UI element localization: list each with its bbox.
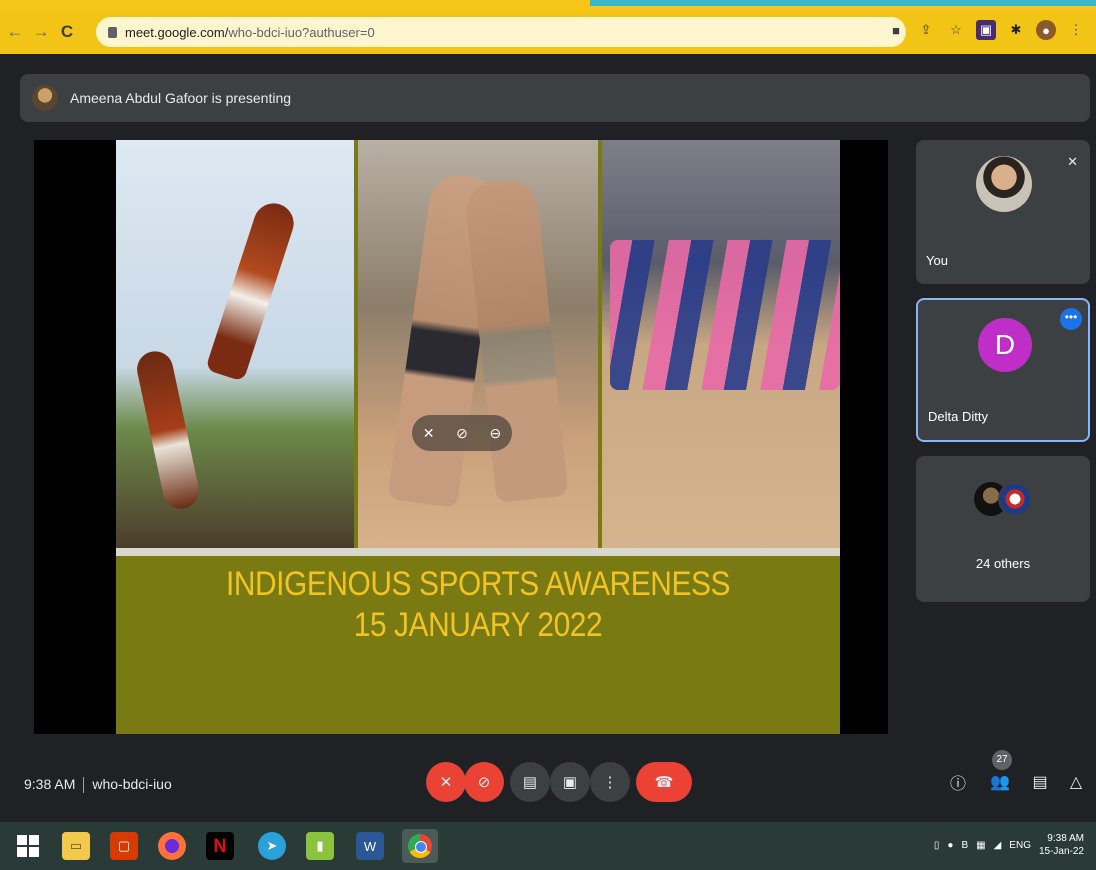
- extension-icon[interactable]: ▣: [976, 20, 996, 40]
- meeting-code: who-bdci-iuo: [92, 776, 172, 792]
- presenter-pin-controls[interactable]: ✕ ⊘ ⊖: [412, 415, 512, 451]
- participant-tile-others[interactable]: 24 others: [916, 456, 1090, 602]
- firefox-icon[interactable]: [158, 832, 186, 860]
- meeting-control-bar: 9:38 AM who-bdci-iuo ✕ ⊘ ▤ ▣ ⋮ ☎ ⓘ 👥 27 ▤…: [0, 750, 1096, 816]
- participant-name: You: [926, 253, 948, 268]
- signal-icon[interactable]: ◢: [994, 840, 1002, 851]
- activities-button[interactable]: △: [1062, 768, 1090, 796]
- people-icon: 👥: [990, 774, 1010, 791]
- participant-tile-you[interactable]: ✕ You: [916, 140, 1090, 284]
- word-icon[interactable]: W: [356, 832, 384, 860]
- mic-off-icon: ✕: [1067, 154, 1078, 169]
- profile-avatar-icon[interactable]: ●: [1036, 20, 1056, 40]
- office-icon[interactable]: ▢: [110, 832, 138, 860]
- slide-title: INDIGENOUS SPORTS AWARENESS: [225, 565, 731, 603]
- clock[interactable]: 9:38 AM 15-Jan-22: [1039, 832, 1084, 858]
- address-bar[interactable]: meet.google.com/who-bdci-iuo?authuser=0: [96, 17, 906, 47]
- netflix-icon[interactable]: N: [206, 832, 234, 860]
- avatar: D: [978, 318, 1032, 372]
- browser-tab-strip: [0, 0, 1096, 10]
- info-icon: ⓘ: [949, 776, 966, 793]
- network-icon[interactable]: ▦: [976, 840, 985, 851]
- remove-icon[interactable]: ⊖: [489, 425, 501, 442]
- telegram-icon[interactable]: ➤: [258, 832, 286, 860]
- language-indicator[interactable]: ENG: [1009, 840, 1031, 851]
- share-icon[interactable]: ⇪: [916, 20, 936, 40]
- chat-icon: ▤: [1032, 774, 1048, 791]
- camera-off-icon: ⊘: [477, 774, 491, 791]
- system-tray: ▯ ● B ▦ ◢ ENG 9:38 AM 15-Jan-22: [934, 832, 1084, 858]
- activities-icon: △: [1069, 774, 1083, 791]
- app-tray-icon[interactable]: ●: [947, 840, 953, 851]
- chat-button[interactable]: ▤: [1026, 768, 1054, 796]
- others-count-label: 24 others: [975, 556, 1031, 571]
- start-button[interactable]: [14, 832, 42, 860]
- slide-divider: [116, 548, 840, 556]
- captions-button[interactable]: ▤: [510, 762, 550, 802]
- file-explorer-icon[interactable]: ▭: [62, 832, 90, 860]
- phone-hangup-icon: ☎: [654, 774, 674, 791]
- lock-icon: [108, 26, 117, 38]
- menu-kebab-icon[interactable]: ⋮: [1066, 20, 1086, 40]
- url-path: who-bdci-iuo?authuser=0: [228, 24, 375, 40]
- tug-of-war-team: [610, 240, 840, 390]
- presenter-text: Ameena Abdul Gafoor is presenting: [70, 90, 292, 106]
- url-host: meet.google.com/: [125, 24, 229, 40]
- more-options-button[interactable]: ⋮: [590, 762, 630, 802]
- participant-name: Delta Ditty: [928, 409, 988, 424]
- back-arrow-icon[interactable]: ←: [4, 21, 26, 43]
- more-vert-icon: ⋮: [602, 774, 618, 791]
- meeting-info: 9:38 AM who-bdci-iuo: [24, 776, 172, 794]
- toolbar-icons: ■ ⇪ ☆ ▣ ✱ ● ⋮: [886, 20, 1086, 40]
- avatar: [998, 482, 1032, 516]
- meeting-time: 9:38 AM: [24, 776, 76, 792]
- present-screen-icon: ▣: [562, 774, 578, 791]
- presenter-avatar: [32, 85, 58, 111]
- chrome-logo-icon: [408, 834, 432, 858]
- reload-icon[interactable]: C: [56, 21, 78, 43]
- people-count-badge: 27: [992, 750, 1012, 770]
- mic-off-icon: ✕: [439, 774, 453, 791]
- bluetooth-icon[interactable]: B: [961, 840, 968, 851]
- camera-icon[interactable]: ■: [886, 20, 906, 40]
- leave-call-button[interactable]: ☎: [636, 762, 692, 802]
- clock-date: 15-Jan-22: [1038, 846, 1084, 857]
- star-icon[interactable]: ☆: [946, 20, 966, 40]
- puzzle-extension-icon[interactable]: ✱: [1006, 20, 1026, 40]
- participant-tile-delta-ditty[interactable]: D ••• Delta Ditty: [916, 298, 1090, 442]
- tab-strip-accent: [590, 0, 1096, 6]
- battery-icon[interactable]: ▯: [934, 840, 940, 851]
- mic-toggle-button[interactable]: ✕: [426, 762, 466, 802]
- captions-icon: ▤: [522, 774, 538, 791]
- present-button[interactable]: ▣: [550, 762, 590, 802]
- windows-taskbar: ▭ ▢ N ➤ ▮ W ▯ ● B ▦ ◢ ENG 9:38 AM 15-Jan-…: [0, 822, 1096, 870]
- forward-arrow-icon[interactable]: →: [30, 21, 52, 43]
- pin-icon[interactable]: ⊘: [456, 425, 468, 442]
- presenting-banner: Ameena Abdul Gafoor is presenting: [20, 74, 1090, 122]
- people-button[interactable]: 👥: [986, 768, 1014, 796]
- media-app-icon[interactable]: ▮: [306, 832, 334, 860]
- browser-toolbar: ← → C meet.google.com/who-bdci-iuo?authu…: [0, 10, 1096, 54]
- clock-time: 9:38 AM: [1047, 833, 1084, 844]
- url-text: meet.google.com/who-bdci-iuo?authuser=0: [125, 25, 375, 40]
- mic-off-icon[interactable]: ✕: [423, 425, 435, 442]
- chrome-icon[interactable]: [402, 829, 438, 863]
- more-options-icon[interactable]: •••: [1060, 308, 1082, 330]
- windows-logo-icon: [17, 835, 39, 857]
- avatar: [976, 156, 1032, 212]
- camera-toggle-button[interactable]: ⊘: [464, 762, 504, 802]
- meeting-details-button[interactable]: ⓘ: [944, 768, 972, 796]
- divider: [83, 777, 85, 794]
- slide-date: 15 JANUARY 2022: [353, 606, 603, 644]
